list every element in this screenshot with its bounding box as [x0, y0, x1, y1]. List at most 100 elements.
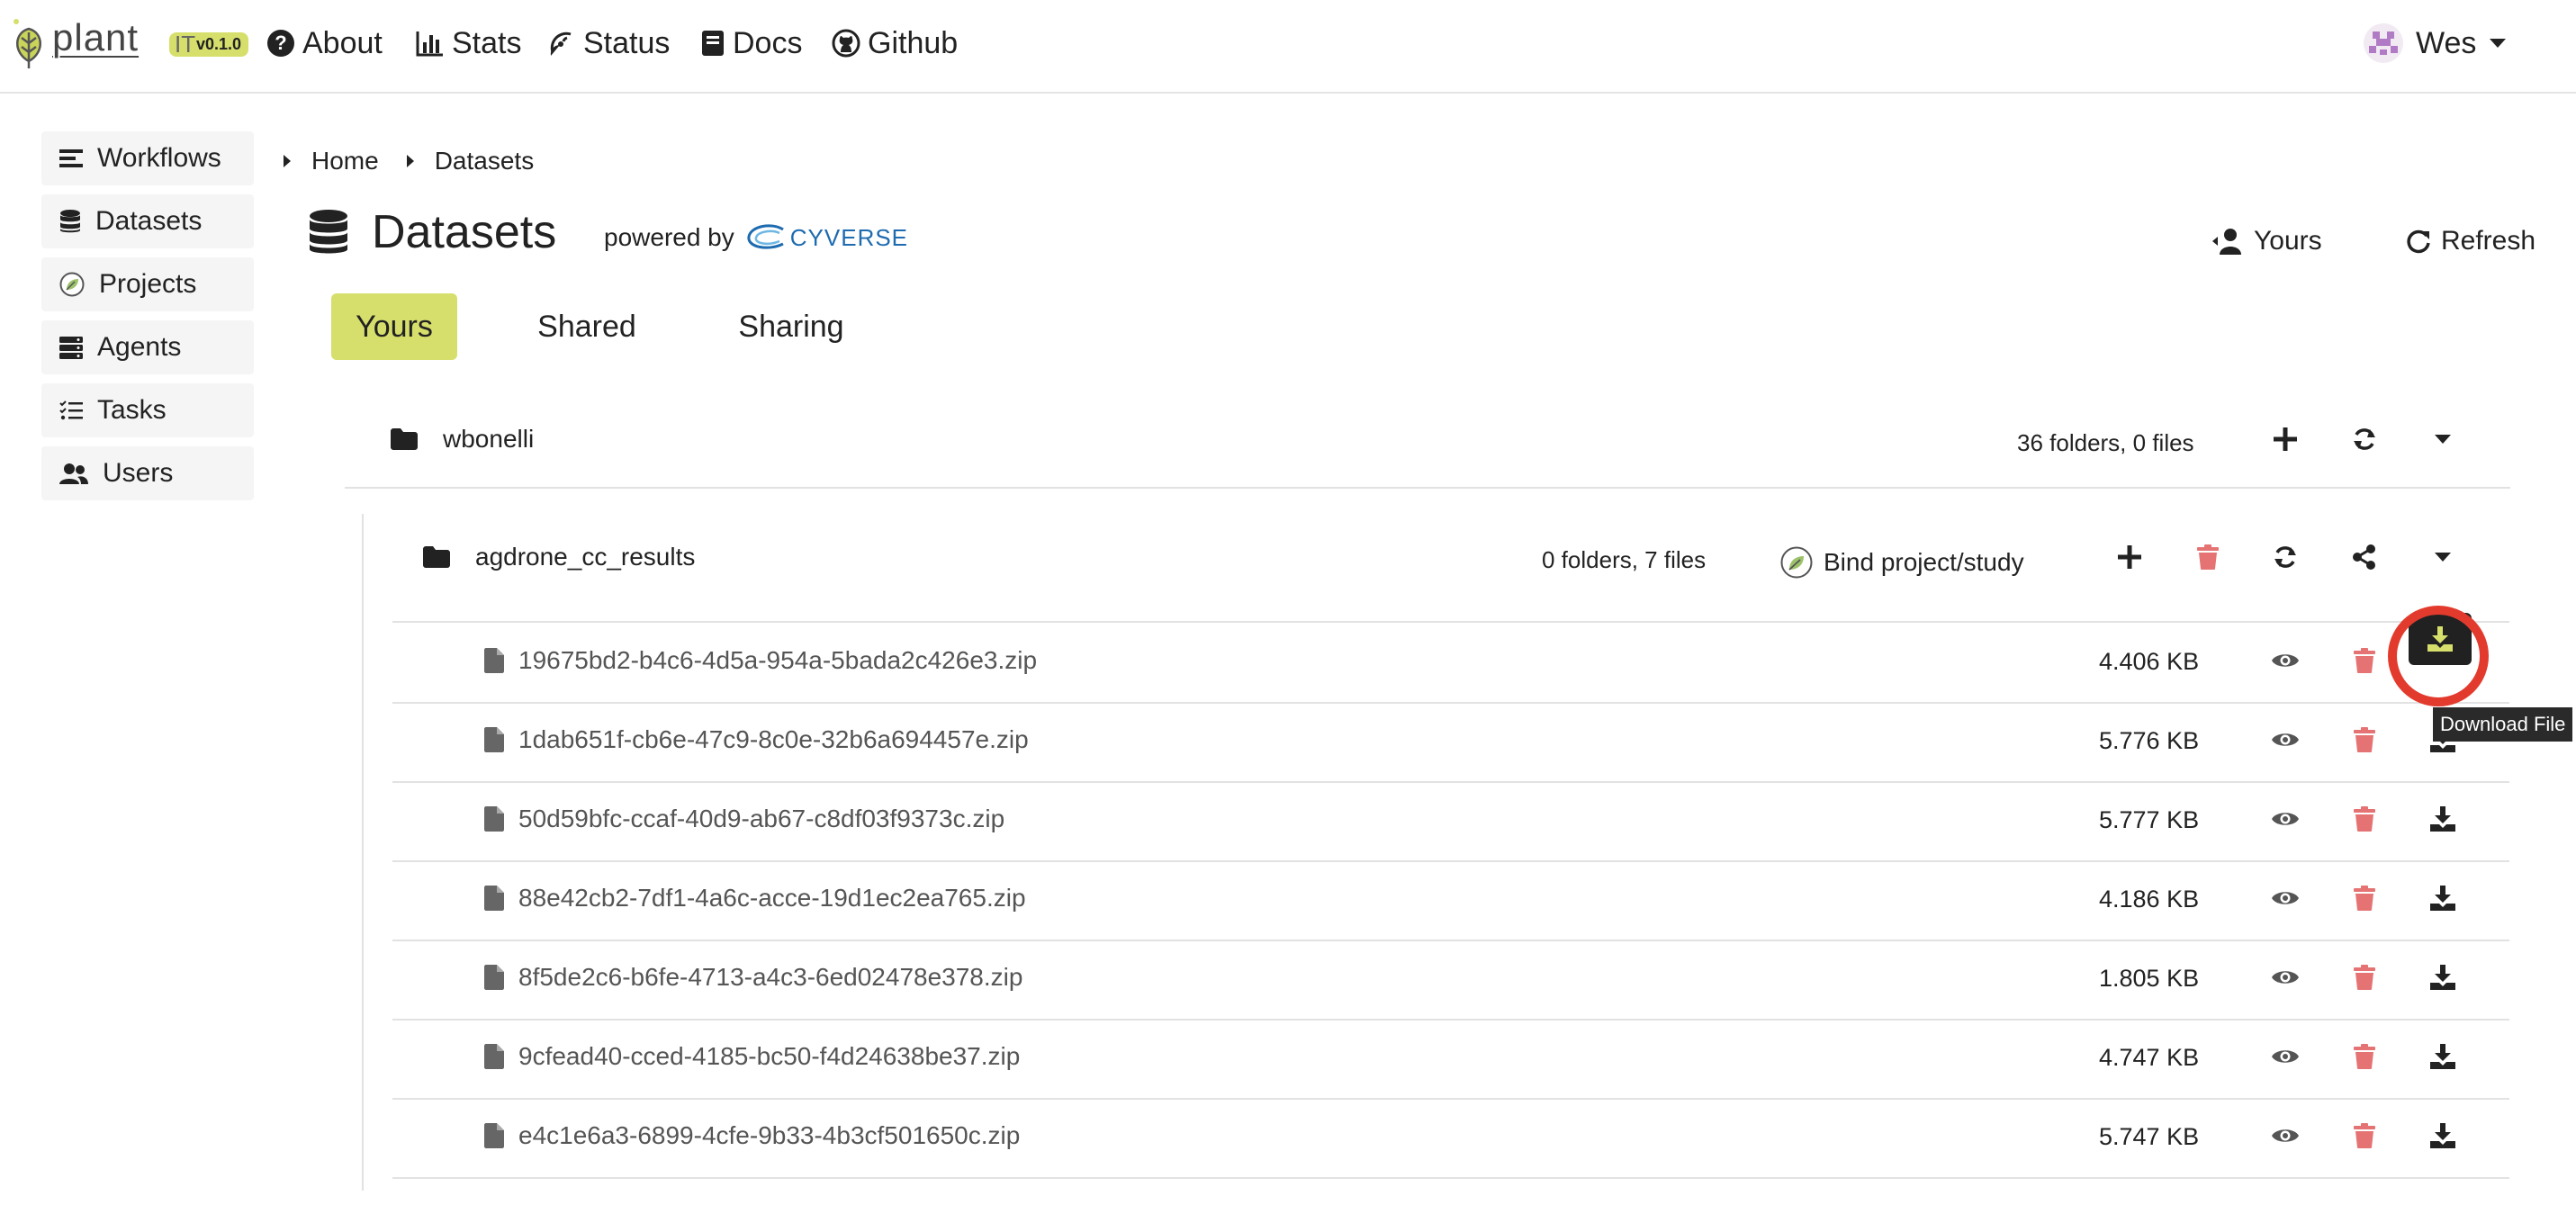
file-name: 9cfead40-cced-4185-bc50-f4d24638be37.zip: [518, 1042, 1021, 1070]
cyverse-brand: CYVERSE: [789, 223, 909, 251]
caret-right-icon: [406, 155, 414, 167]
user-menu[interactable]: Wes: [2364, 22, 2507, 65]
breadcrumb: Home Datasets: [283, 147, 534, 175]
file-row[interactable]: 1dab651f-cb6e-47c9-8c0e-32b6a694457e.zip: [484, 722, 1029, 758]
nav-stats-label: Stats: [452, 25, 522, 60]
subfolder-options-dropdown[interactable]: [2425, 539, 2461, 575]
file-row[interactable]: 50d59bfc-ccaf-40d9-ab67-c8df03f9373c.zip: [484, 801, 1004, 837]
divider: [392, 1019, 2509, 1021]
nav-docs-label: Docs: [733, 25, 803, 60]
tab-yours[interactable]: Yours: [331, 293, 457, 360]
download-icon: [2430, 886, 2455, 911]
root-folder-row[interactable]: wbonelli: [391, 421, 534, 457]
file-row[interactable]: 19675bd2-b4c6-4d5a-954a-5bada2c426e3.zip: [484, 643, 1037, 679]
tab-sharing[interactable]: Sharing: [725, 293, 857, 360]
plantit-logo[interactable]: plant IT v0.1.0: [9, 13, 249, 76]
delete-file-button[interactable]: [2346, 1118, 2382, 1154]
sidebar-item-tasks[interactable]: Tasks: [41, 383, 254, 437]
yours-toggle-label: Yours: [2254, 226, 2322, 256]
add-to-subfolder-button[interactable]: [2112, 539, 2148, 575]
add-folder-button[interactable]: [2267, 421, 2303, 457]
refresh-label: Refresh: [2441, 226, 2536, 256]
sync-subfolder-button[interactable]: [2267, 539, 2303, 575]
view-file-button[interactable]: [2267, 1118, 2303, 1154]
delete-file-button[interactable]: [2346, 643, 2382, 679]
sidebar-item-workflows[interactable]: Workflows: [41, 131, 254, 185]
sidebar-item-label: Tasks: [97, 395, 167, 425]
download-file-button[interactable]: [2425, 1118, 2461, 1154]
download-file-button[interactable]: [2425, 1039, 2461, 1075]
view-file-button[interactable]: [2267, 801, 2303, 837]
nav-status[interactable]: Status: [547, 23, 670, 63]
file-row[interactable]: 88e42cb2-7df1-4a6c-acce-19d1ec2ea765.zip: [484, 880, 1026, 916]
root-folder-name: wbonelli: [443, 425, 535, 453]
github-icon: [832, 29, 860, 58]
yours-toggle-button[interactable]: Yours: [2212, 221, 2322, 261]
sidebar-item-label: Agents: [97, 332, 182, 362]
folder-options-dropdown[interactable]: [2425, 421, 2461, 457]
nav-about[interactable]: ? About: [266, 23, 383, 63]
file-icon: [484, 806, 504, 832]
download-file-button[interactable]: [2425, 959, 2461, 995]
version-label: v0.1.0: [196, 35, 242, 53]
sprout-logo-icon: [14, 19, 41, 68]
root-folder-summary: 36 folders, 0 files: [2017, 429, 2194, 456]
nav-github[interactable]: Github: [832, 23, 958, 63]
view-file-button[interactable]: [2267, 643, 2303, 679]
sidebar-item-projects[interactable]: Projects: [41, 257, 254, 311]
divider: [392, 702, 2509, 704]
sidebar-item-agents[interactable]: Agents: [41, 320, 254, 374]
tab-shared[interactable]: Shared: [524, 293, 650, 360]
list-icon: [59, 149, 83, 167]
nav-docs[interactable]: Docs: [700, 23, 802, 63]
file-size: 4.406 KB: [2099, 648, 2200, 675]
bind-project-button[interactable]: Bind project/study: [1780, 544, 2024, 580]
download-file-button[interactable]: [2425, 801, 2461, 837]
breadcrumb-datasets[interactable]: Datasets: [435, 147, 535, 175]
view-file-button[interactable]: [2267, 880, 2303, 916]
share-icon: [2353, 544, 2375, 570]
user-name: Wes: [2416, 25, 2477, 60]
eye-icon: [2272, 733, 2299, 746]
file-row[interactable]: 9cfead40-cced-4185-bc50-f4d24638be37.zip: [484, 1039, 1020, 1075]
delete-file-button[interactable]: [2346, 801, 2382, 837]
file-row[interactable]: e4c1e6a3-6899-4cfe-9b33-4b3cf501650c.zip: [484, 1118, 1020, 1154]
download-icon: [2430, 1044, 2455, 1069]
file-icon: [484, 727, 504, 752]
delete-file-button[interactable]: [2346, 880, 2382, 916]
sync-icon: [2354, 428, 2375, 450]
sidebar-item-users[interactable]: Users: [41, 446, 254, 500]
share-subfolder-button[interactable]: [2346, 539, 2382, 575]
view-file-button[interactable]: [2267, 722, 2303, 758]
delete-file-button[interactable]: [2346, 722, 2382, 758]
view-file-button[interactable]: [2267, 1039, 2303, 1075]
sidebar-item-datasets[interactable]: Datasets: [41, 194, 254, 248]
highlight-ring: [2388, 606, 2489, 706]
sync-folder-button[interactable]: [2346, 421, 2382, 457]
trash-icon: [2197, 544, 2219, 570]
nav-stats[interactable]: Stats: [416, 23, 521, 63]
trash-icon: [2354, 1123, 2375, 1148]
divider: [392, 860, 2509, 862]
user-caret-icon: [2212, 229, 2241, 255]
delete-file-button[interactable]: [2346, 959, 2382, 995]
trash-icon: [2354, 727, 2375, 752]
breadcrumb-home[interactable]: Home: [311, 147, 379, 175]
svg-text:?: ?: [275, 31, 286, 54]
file-name: 8f5de2c6-b6fe-4713-a4c3-6ed02478e378.zip: [518, 963, 1023, 991]
view-file-button[interactable]: [2267, 959, 2303, 995]
file-name: 1dab651f-cb6e-47c9-8c0e-32b6a694457e.zip: [518, 725, 1029, 753]
delete-file-button[interactable]: [2346, 1039, 2382, 1075]
download-file-button[interactable]: [2425, 880, 2461, 916]
powered-by: powered by CYVERSE: [604, 223, 908, 252]
file-row[interactable]: 8f5de2c6-b6fe-4713-a4c3-6ed02478e378.zip: [484, 959, 1022, 995]
divider: [392, 940, 2509, 941]
subfolder-row[interactable]: agdrone_cc_results: [423, 539, 695, 575]
refresh-button[interactable]: Refresh: [2405, 221, 2535, 261]
file-icon: [484, 648, 504, 673]
cyverse-logo[interactable]: CYVERSE: [747, 224, 908, 252]
eye-icon: [2272, 971, 2299, 984]
delete-subfolder-button[interactable]: [2190, 539, 2226, 575]
nav-about-label: About: [302, 25, 383, 60]
logo-text: plant: [52, 16, 140, 58]
